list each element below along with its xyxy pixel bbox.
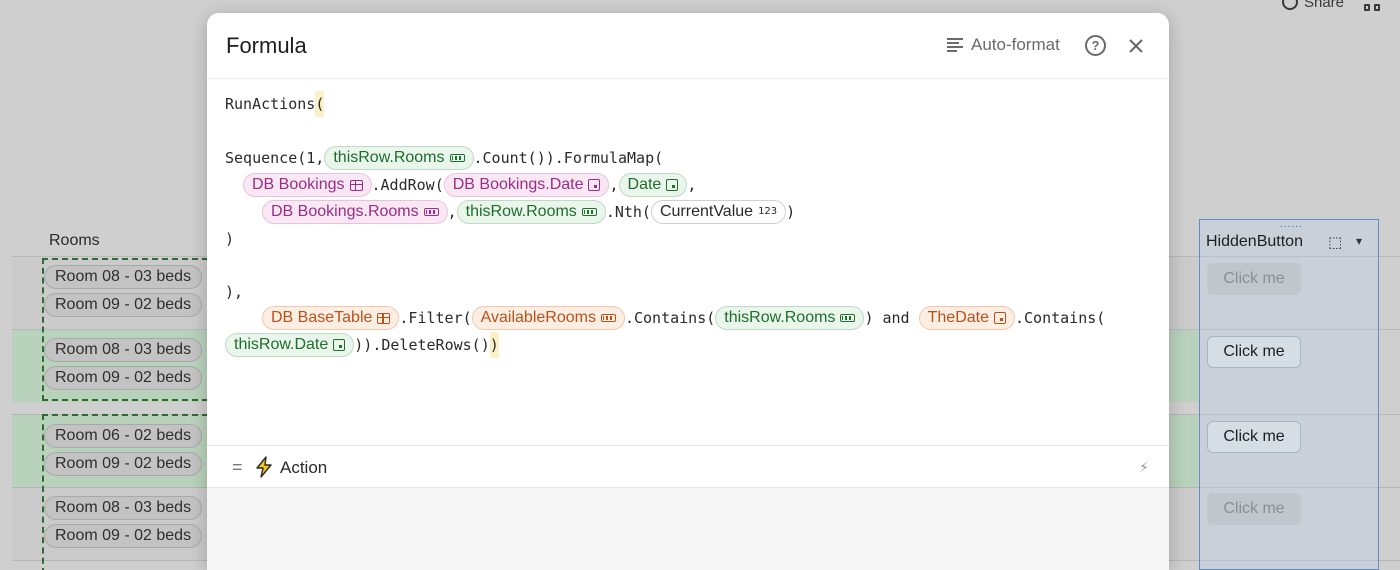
result-type-bar: = Action ⚡ bbox=[207, 445, 1169, 488]
code-line: DB Bookings .AddRow( DB Bookings.Date , … bbox=[243, 172, 696, 198]
code-text: .Count()).FormulaMap( bbox=[473, 149, 664, 167]
token-label: thisRow.Rooms bbox=[333, 149, 445, 166]
code-text: .Contains( bbox=[1015, 309, 1106, 327]
token-label: thisRow.Date bbox=[234, 336, 329, 353]
column-header-hiddenbutton[interactable]: HiddenButton bbox=[1206, 233, 1303, 251]
relation-icon bbox=[449, 154, 465, 162]
code-text: ) bbox=[225, 230, 235, 248]
code-line: Sequence(1, thisRow.Rooms .Count()).Form… bbox=[225, 145, 663, 171]
token-label: TheDate bbox=[927, 309, 989, 326]
click-me-button[interactable]: Click me bbox=[1207, 493, 1301, 525]
share-icon bbox=[1281, 0, 1298, 10]
code-line: ) bbox=[225, 226, 234, 252]
table-icon bbox=[377, 312, 391, 324]
token-label: thisRow.Rooms bbox=[724, 309, 836, 326]
column-token[interactable]: thisRow.Rooms bbox=[456, 200, 606, 224]
date-icon bbox=[666, 179, 679, 191]
share-button[interactable]: Share bbox=[1281, 0, 1344, 11]
column-token[interactable]: thisRow.Rooms bbox=[324, 146, 474, 170]
column-token[interactable]: Date bbox=[618, 173, 688, 197]
result-preview-area bbox=[207, 488, 1169, 570]
selection-outline bbox=[42, 414, 218, 570]
chevron-down-icon[interactable]: ▾ bbox=[1356, 234, 1362, 248]
equals-sign: = bbox=[232, 457, 243, 477]
click-me-button[interactable]: Click me bbox=[1207, 336, 1301, 368]
code-text: , bbox=[687, 176, 697, 194]
code-line: DB BaseTable .Filter( AvailableRooms .Co… bbox=[262, 305, 1105, 331]
lightning-icon bbox=[256, 456, 272, 478]
code-text: .AddRow( bbox=[371, 176, 444, 194]
code-text: ) bbox=[786, 203, 796, 221]
relation-icon bbox=[423, 208, 439, 216]
auto-format-label: Auto-format bbox=[971, 35, 1060, 54]
result-type-label: Action bbox=[280, 458, 328, 477]
button-column-type-icon: ⬚ bbox=[1328, 234, 1343, 251]
table-token[interactable]: DB Bookings bbox=[243, 173, 372, 197]
dialog-header: Formula Auto-format ? bbox=[207, 13, 1169, 79]
column-token[interactable]: DB Bookings.Date bbox=[443, 173, 610, 197]
function-name: RunActions bbox=[225, 95, 316, 113]
auto-format-button[interactable]: Auto-format bbox=[947, 35, 1060, 55]
dialog-title: Formula bbox=[226, 33, 307, 58]
top-toolbar: Share bbox=[1281, 0, 1400, 14]
token-label: DB Bookings.Date bbox=[452, 176, 584, 193]
code-text: )).DeleteRows() bbox=[354, 336, 490, 354]
relation-icon bbox=[600, 314, 616, 322]
formula-dialog: Formula Auto-format ? RunActions( Sequen… bbox=[207, 13, 1169, 570]
date-icon bbox=[333, 339, 346, 351]
relation-icon bbox=[840, 314, 856, 322]
help-icon[interactable]: ? bbox=[1085, 35, 1106, 56]
table-icon bbox=[349, 179, 363, 191]
token-label: DB Bookings.Rooms bbox=[271, 203, 419, 220]
variable-token[interactable]: CurrentValue 123 bbox=[650, 200, 787, 224]
text-align-icon bbox=[947, 38, 963, 52]
click-me-button[interactable]: Click me bbox=[1207, 421, 1301, 453]
hiddenbutton-column[interactable]: ...... HiddenButton ⬚ ▾ Click me Click m… bbox=[1199, 219, 1379, 570]
code-line: RunActions( bbox=[225, 91, 325, 117]
code-text: , bbox=[609, 176, 619, 194]
close-icon[interactable] bbox=[1125, 35, 1147, 57]
date-icon bbox=[994, 312, 1006, 324]
column-token[interactable]: TheDate bbox=[918, 306, 1015, 330]
token-label: Date bbox=[627, 176, 662, 193]
code-text: .Filter( bbox=[399, 309, 472, 327]
token-label: CurrentValue bbox=[659, 203, 754, 220]
selection-outline bbox=[42, 258, 218, 401]
token-label: AvailableRooms bbox=[480, 309, 596, 326]
code-line: ), bbox=[225, 279, 243, 305]
code-text: , bbox=[447, 203, 457, 221]
code-text: .Nth( bbox=[605, 203, 651, 221]
table-token[interactable]: DB BaseTable bbox=[262, 306, 400, 330]
matched-paren: ( bbox=[315, 91, 325, 117]
token-label: DB Bookings bbox=[252, 176, 345, 193]
code-line: DB Bookings.Rooms , thisRow.Rooms .Nth( … bbox=[262, 199, 795, 225]
token-label: thisRow.Rooms bbox=[465, 203, 577, 220]
column-token[interactable]: thisRow.Rooms bbox=[715, 306, 865, 330]
click-me-button[interactable]: Click me bbox=[1207, 263, 1301, 295]
column-header-rooms[interactable]: Rooms bbox=[49, 232, 100, 250]
column-token[interactable]: DB Bookings.Rooms bbox=[262, 200, 448, 224]
code-text: .Contains( bbox=[624, 309, 716, 327]
code-line: thisRow.Date )).DeleteRows()) bbox=[225, 332, 499, 358]
code-text: ) and bbox=[864, 309, 910, 327]
date-icon bbox=[588, 179, 601, 191]
code-text: Sequence(1, bbox=[225, 149, 325, 167]
layout-grid-icon[interactable] bbox=[1364, 0, 1382, 11]
column-token[interactable]: AvailableRooms bbox=[471, 306, 625, 330]
action-type-icon[interactable]: ⚡ bbox=[1139, 459, 1149, 476]
column-drag-handle[interactable]: ...... bbox=[1280, 219, 1303, 230]
relation-icon bbox=[581, 208, 597, 216]
column-token[interactable]: thisRow.Date bbox=[225, 333, 355, 357]
matched-paren: ) bbox=[489, 332, 499, 358]
number-icon: 123 bbox=[758, 206, 778, 217]
code-text: ), bbox=[225, 283, 244, 301]
share-label: Share bbox=[1303, 0, 1344, 11]
token-label: DB BaseTable bbox=[271, 309, 373, 326]
